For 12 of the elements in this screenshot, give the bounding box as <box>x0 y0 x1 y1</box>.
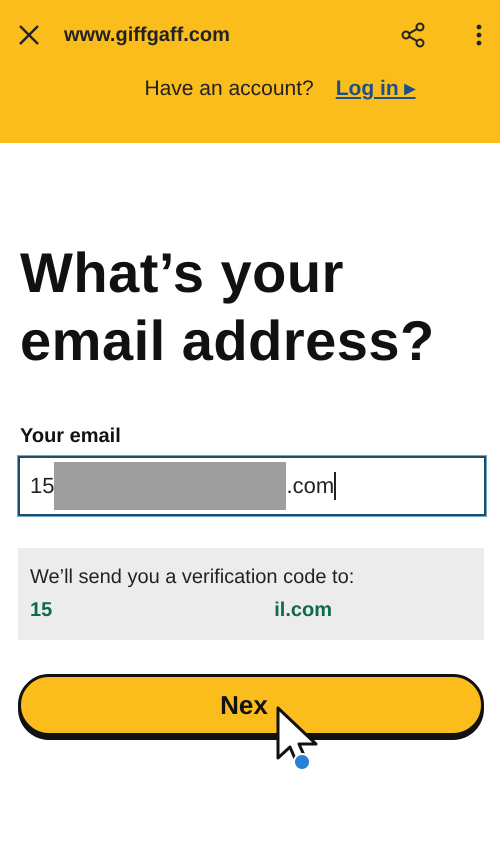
page-heading: What’s your email address? <box>20 240 436 374</box>
close-icon[interactable] <box>18 24 40 46</box>
email-text: 15 <box>30 599 52 622</box>
url-text: www.giffgaff.com <box>64 24 231 46</box>
field-label: Your email <box>20 425 122 448</box>
account-prompt: Have an account? <box>144 76 314 100</box>
login-link[interactable]: Log in ▸ <box>336 76 416 101</box>
email-field[interactable]: 15 .com <box>18 456 486 516</box>
verification-text: We’ll send you a verification code to: <box>30 566 356 589</box>
share-icon[interactable] <box>400 22 426 48</box>
more-icon[interactable] <box>476 24 482 46</box>
email-text: il.com <box>274 599 332 622</box>
